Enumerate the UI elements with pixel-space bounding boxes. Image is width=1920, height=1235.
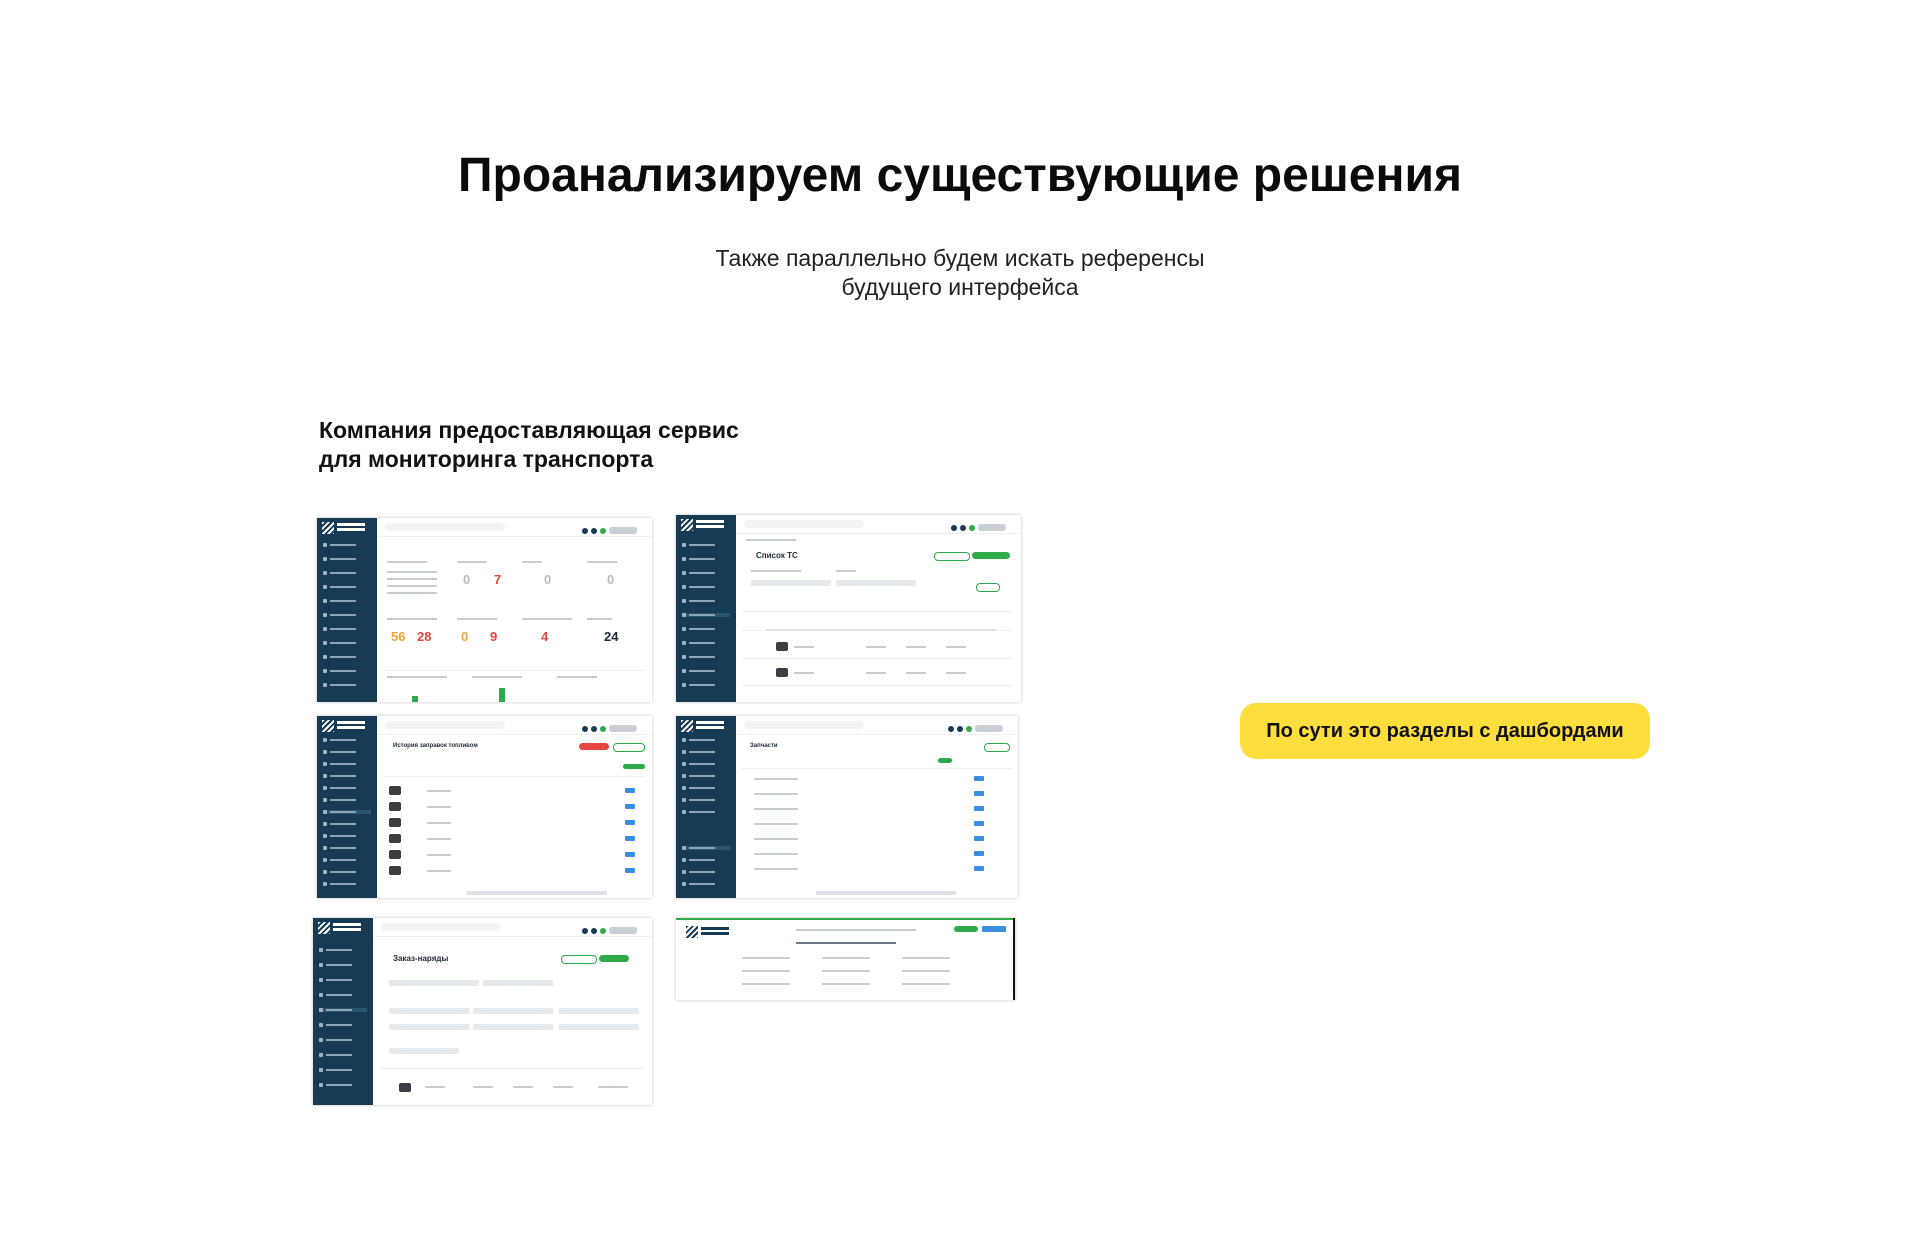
search-input xyxy=(385,523,505,531)
logo xyxy=(681,519,725,533)
thumb-title: Запчасти xyxy=(750,743,778,749)
callout-badge: По сути это разделы с дашбордами xyxy=(1240,703,1650,759)
section-label-line-1: Компания предоставляющая сервис xyxy=(319,417,739,443)
thumb-topbar xyxy=(373,918,652,937)
screenshot-services-page xyxy=(676,918,1015,1000)
logo xyxy=(686,926,730,940)
thumb-topbar xyxy=(736,716,1018,735)
logo xyxy=(322,522,366,536)
thumb-topbar xyxy=(377,716,652,735)
thumb-topbar xyxy=(736,515,1021,534)
page-subtitle: Также параллельно будем искать референсы… xyxy=(0,244,1920,302)
search-input xyxy=(744,721,864,729)
search-input xyxy=(385,721,505,729)
subtitle-line-2: будущего интерфейса xyxy=(841,274,1079,300)
metric: 28 xyxy=(417,629,432,644)
screenshot-fuel-history: История заправок топливом xyxy=(317,716,652,898)
logo xyxy=(681,720,725,734)
metric: 0 xyxy=(544,572,552,587)
metric: 7 xyxy=(494,572,502,587)
logo xyxy=(318,922,362,936)
thumb-sidebar xyxy=(317,518,377,702)
screenshot-vehicle-list: Список ТС xyxy=(676,515,1021,702)
screenshot-work-orders: Заказ-наряды xyxy=(313,918,652,1105)
thumb-sidebar xyxy=(313,918,373,1105)
thumb-sidebar xyxy=(676,515,736,702)
logo xyxy=(322,720,366,734)
thumb-title: История заправок топливом xyxy=(393,743,478,749)
metric: 0 xyxy=(461,629,469,644)
thumb-title: Заказ-наряды xyxy=(393,954,449,963)
section-label: Компания предоставляющая сервис для мони… xyxy=(319,416,839,474)
subtitle-line-1: Также параллельно будем искать референсы xyxy=(715,245,1205,271)
thumb-sidebar xyxy=(317,716,377,898)
thumb-sidebar xyxy=(676,716,736,898)
metric: 56 xyxy=(391,629,406,644)
search-input xyxy=(381,923,501,931)
section-label-line-2: для мониторинга транспорта xyxy=(319,446,654,472)
thumb-topbar xyxy=(377,518,652,537)
screenshot-dashboard: 0 7 0 0 56 28 0 9 4 24 xyxy=(317,518,652,702)
metric: 0 xyxy=(607,572,615,587)
thumb-title: Список ТС xyxy=(756,551,798,560)
page-title: Проанализируем существующие решения xyxy=(458,149,1462,202)
metric: 9 xyxy=(490,629,498,644)
metric: 4 xyxy=(541,629,549,644)
search-input xyxy=(744,520,864,528)
metric: 0 xyxy=(463,572,471,587)
screenshot-parts: Запчасти xyxy=(676,716,1018,898)
metric: 24 xyxy=(604,629,619,644)
